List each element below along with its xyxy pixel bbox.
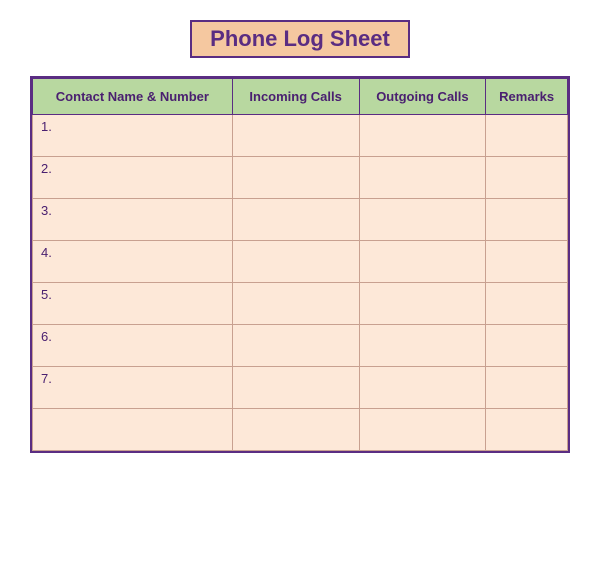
cell-incoming[interactable] [232, 115, 359, 157]
cell-outgoing[interactable] [359, 325, 486, 367]
cell-contact[interactable]: 1. [33, 115, 233, 157]
page-title: Phone Log Sheet [190, 20, 410, 58]
table-row [33, 409, 568, 451]
cell-incoming[interactable] [232, 241, 359, 283]
cell-outgoing[interactable] [359, 199, 486, 241]
cell-outgoing[interactable] [359, 157, 486, 199]
cell-outgoing[interactable] [359, 115, 486, 157]
cell-contact[interactable]: 3. [33, 199, 233, 241]
cell-remarks[interactable] [486, 409, 568, 451]
cell-contact[interactable]: 4. [33, 241, 233, 283]
cell-incoming[interactable] [232, 409, 359, 451]
col-remarks: Remarks [486, 79, 568, 115]
cell-remarks[interactable] [486, 325, 568, 367]
phone-log-table: Contact Name & Number Incoming Calls Out… [30, 76, 570, 453]
cell-outgoing[interactable] [359, 409, 486, 451]
cell-remarks[interactable] [486, 157, 568, 199]
table-row: 7. [33, 367, 568, 409]
col-incoming: Incoming Calls [232, 79, 359, 115]
cell-contact[interactable]: 5. [33, 283, 233, 325]
cell-incoming[interactable] [232, 157, 359, 199]
cell-remarks[interactable] [486, 367, 568, 409]
cell-outgoing[interactable] [359, 367, 486, 409]
cell-contact[interactable]: 6. [33, 325, 233, 367]
cell-outgoing[interactable] [359, 241, 486, 283]
table-row: 1. [33, 115, 568, 157]
table-row: 3. [33, 199, 568, 241]
table-row: 6. [33, 325, 568, 367]
table-row: 2. [33, 157, 568, 199]
col-outgoing: Outgoing Calls [359, 79, 486, 115]
cell-incoming[interactable] [232, 283, 359, 325]
cell-remarks[interactable] [486, 199, 568, 241]
cell-contact[interactable]: 2. [33, 157, 233, 199]
cell-incoming[interactable] [232, 325, 359, 367]
cell-remarks[interactable] [486, 241, 568, 283]
table-header-row: Contact Name & Number Incoming Calls Out… [33, 79, 568, 115]
cell-contact[interactable]: 7. [33, 367, 233, 409]
cell-outgoing[interactable] [359, 283, 486, 325]
cell-incoming[interactable] [232, 367, 359, 409]
cell-remarks[interactable] [486, 283, 568, 325]
cell-remarks[interactable] [486, 115, 568, 157]
cell-incoming[interactable] [232, 199, 359, 241]
col-contact: Contact Name & Number [33, 79, 233, 115]
cell-contact[interactable] [33, 409, 233, 451]
table-row: 4. [33, 241, 568, 283]
table-row: 5. [33, 283, 568, 325]
